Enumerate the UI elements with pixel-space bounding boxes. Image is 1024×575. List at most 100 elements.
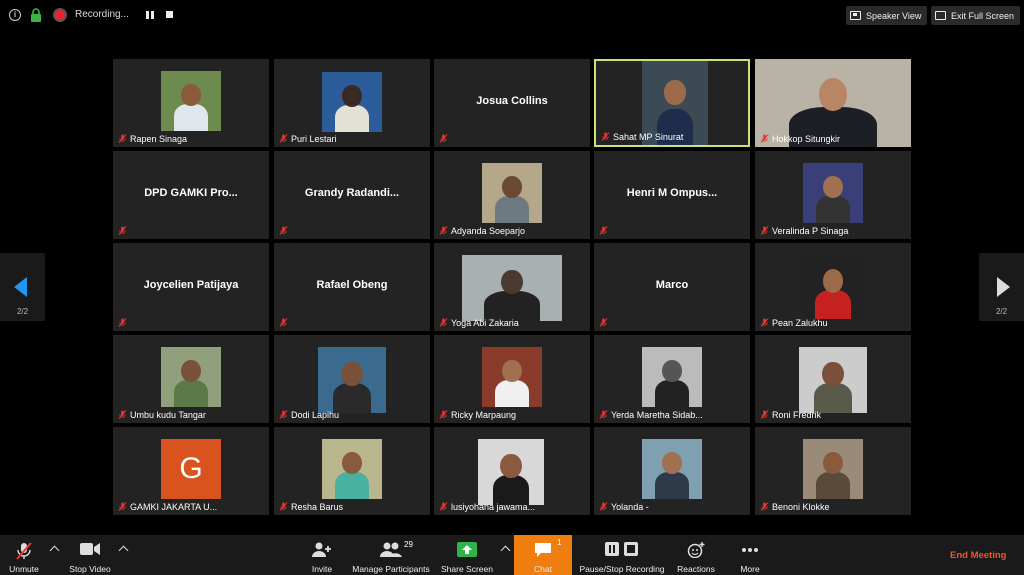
recording-indicator-icon bbox=[55, 10, 65, 20]
muted-mic-icon bbox=[760, 226, 769, 235]
muted-mic-icon bbox=[599, 502, 608, 511]
info-icon[interactable]: i bbox=[9, 9, 21, 21]
muted-mic-icon bbox=[118, 318, 127, 327]
participant-name-label: Yolanda - bbox=[611, 502, 649, 512]
participant-name-label: Pean Zalukhu bbox=[772, 318, 828, 328]
pause-recording-icon[interactable] bbox=[146, 11, 154, 19]
participant-video bbox=[161, 347, 221, 407]
participant-video bbox=[322, 72, 382, 132]
muted-mic-icon bbox=[760, 318, 769, 327]
participant-video bbox=[482, 163, 542, 223]
participant-tile[interactable]: Yoga Abi Zakaria bbox=[434, 243, 590, 331]
participant-tile[interactable]: Sahat MP Sinurat bbox=[594, 59, 750, 147]
lock-icon[interactable] bbox=[30, 8, 42, 22]
muted-mic-icon bbox=[599, 318, 608, 327]
participant-display-name: Joycelien Patijaya bbox=[143, 279, 239, 291]
manage-participants-button[interactable]: 29 Manage Participants bbox=[348, 535, 434, 575]
participant-name-label: Dodi Lapihu bbox=[291, 410, 340, 420]
video-camera-icon bbox=[80, 543, 100, 555]
participant-name-label: Sahat MP Sinurat bbox=[613, 132, 684, 142]
more-button[interactable]: More bbox=[732, 535, 768, 575]
participant-name-label: Yoga Abi Zakaria bbox=[451, 318, 519, 328]
participant-name-label: Umbu kudu Tangar bbox=[130, 410, 206, 420]
more-dots-icon bbox=[742, 548, 758, 552]
muted-mic-icon bbox=[16, 542, 32, 560]
speaker-view-button[interactable]: Speaker View bbox=[846, 6, 928, 25]
participant-tile[interactable]: Benoni Klokke bbox=[755, 427, 911, 515]
emoji-add-icon bbox=[687, 542, 705, 558]
arrow-left-icon bbox=[14, 277, 27, 297]
participant-tile[interactable]: Adyanda Soeparjo bbox=[434, 151, 590, 239]
exit-full-screen-button[interactable]: Exit Full Screen bbox=[931, 6, 1021, 25]
avatar: G bbox=[161, 439, 221, 499]
participant-tile[interactable]: Resha Barus bbox=[274, 427, 430, 515]
participant-tile[interactable]: Yolanda - bbox=[594, 427, 750, 515]
muted-mic-icon bbox=[279, 226, 288, 235]
participant-tile[interactable]: Hokkop Situngkir bbox=[755, 59, 911, 147]
share-screen-icon bbox=[457, 542, 477, 557]
muted-mic-icon bbox=[118, 502, 127, 511]
muted-mic-icon bbox=[599, 226, 608, 235]
chat-button[interactable]: 1 Chat bbox=[514, 535, 572, 575]
participant-display-name: Rafael Obeng bbox=[316, 279, 388, 291]
top-bar: i Recording... Speaker View Exit Full Sc… bbox=[0, 0, 1024, 30]
participant-tile[interactable]: G GAMKI JAKARTA U... bbox=[113, 427, 269, 515]
participant-video bbox=[322, 439, 382, 499]
participant-display-name: Marco bbox=[655, 279, 689, 291]
participant-tile[interactable]: Marco bbox=[594, 243, 750, 331]
participant-video bbox=[803, 163, 863, 223]
participant-tile[interactable]: Puri Lestari bbox=[274, 59, 430, 147]
participant-display-name: Josua Collins bbox=[476, 95, 548, 107]
meeting-toolbar: Unmute Stop Video Invite 29 Manage Parti… bbox=[0, 535, 1024, 575]
participant-name-label: lusiyohana jawama... bbox=[451, 502, 536, 512]
participant-tile[interactable]: Ricky Marpaung bbox=[434, 335, 590, 423]
muted-mic-icon bbox=[439, 318, 448, 327]
stop-video-button[interactable]: Stop Video bbox=[64, 535, 116, 575]
pause-stop-recording-button[interactable]: Pause/Stop Recording bbox=[576, 535, 668, 575]
chat-bubble-icon bbox=[535, 543, 551, 557]
participant-video bbox=[482, 347, 542, 407]
reactions-button[interactable]: Reactions bbox=[674, 535, 718, 575]
participant-tile[interactable]: Pean Zalukhu bbox=[755, 243, 911, 331]
exit-full-screen-icon bbox=[935, 11, 946, 20]
share-options-chevron-icon[interactable] bbox=[500, 545, 511, 556]
participant-tile[interactable]: Rapen Sinaga bbox=[113, 59, 269, 147]
audio-options-chevron-icon[interactable] bbox=[49, 545, 60, 556]
unmute-button[interactable]: Unmute bbox=[4, 535, 44, 575]
muted-mic-icon bbox=[279, 502, 288, 511]
participant-name-label: Puri Lestari bbox=[291, 134, 337, 144]
participant-video bbox=[799, 347, 867, 413]
video-options-chevron-icon[interactable] bbox=[118, 545, 129, 556]
end-meeting-button[interactable]: End Meeting bbox=[950, 550, 1006, 561]
muted-mic-icon bbox=[279, 134, 288, 143]
participant-tile[interactable]: lusiyohana jawama... bbox=[434, 427, 590, 515]
participant-tile[interactable]: Grandy Radandi... bbox=[274, 151, 430, 239]
participant-name-label: Yerda Maretha Sidab... bbox=[611, 410, 703, 420]
participant-video bbox=[478, 439, 544, 505]
participant-tile[interactable]: Rafael Obeng bbox=[274, 243, 430, 331]
participant-tile[interactable]: DPD GAMKI Pro... bbox=[113, 151, 269, 239]
participant-video bbox=[318, 347, 386, 413]
invite-button[interactable]: Invite bbox=[302, 535, 342, 575]
muted-mic-icon bbox=[118, 226, 127, 235]
participant-display-name: Grandy Radandi... bbox=[304, 187, 400, 199]
participant-tile[interactable]: Joycelien Patijaya bbox=[113, 243, 269, 331]
participant-tile[interactable]: Henri M Ompus... bbox=[594, 151, 750, 239]
arrow-right-icon bbox=[997, 277, 1010, 297]
participant-name-label: Benoni Klokke bbox=[772, 502, 830, 512]
participant-tile[interactable]: Josua Collins bbox=[434, 59, 590, 147]
muted-mic-icon bbox=[760, 410, 769, 419]
muted-mic-icon bbox=[439, 502, 448, 511]
share-screen-button[interactable]: Share Screen bbox=[440, 535, 494, 575]
participant-tile[interactable]: Umbu kudu Tangar bbox=[113, 335, 269, 423]
participant-video bbox=[803, 439, 863, 499]
previous-page-button[interactable]: 2/2 bbox=[0, 253, 45, 321]
stop-recording-icon[interactable] bbox=[166, 11, 173, 18]
participant-tile[interactable]: Yerda Maretha Sidab... bbox=[594, 335, 750, 423]
participant-tile[interactable]: Dodi Lapihu bbox=[274, 335, 430, 423]
participant-tile[interactable]: Roni Fredrik bbox=[755, 335, 911, 423]
muted-mic-icon bbox=[118, 410, 127, 419]
participant-tile[interactable]: Veralinda P Sinaga bbox=[755, 151, 911, 239]
next-page-button[interactable]: 2/2 bbox=[979, 253, 1024, 321]
participant-name-label: GAMKI JAKARTA U... bbox=[130, 502, 218, 512]
